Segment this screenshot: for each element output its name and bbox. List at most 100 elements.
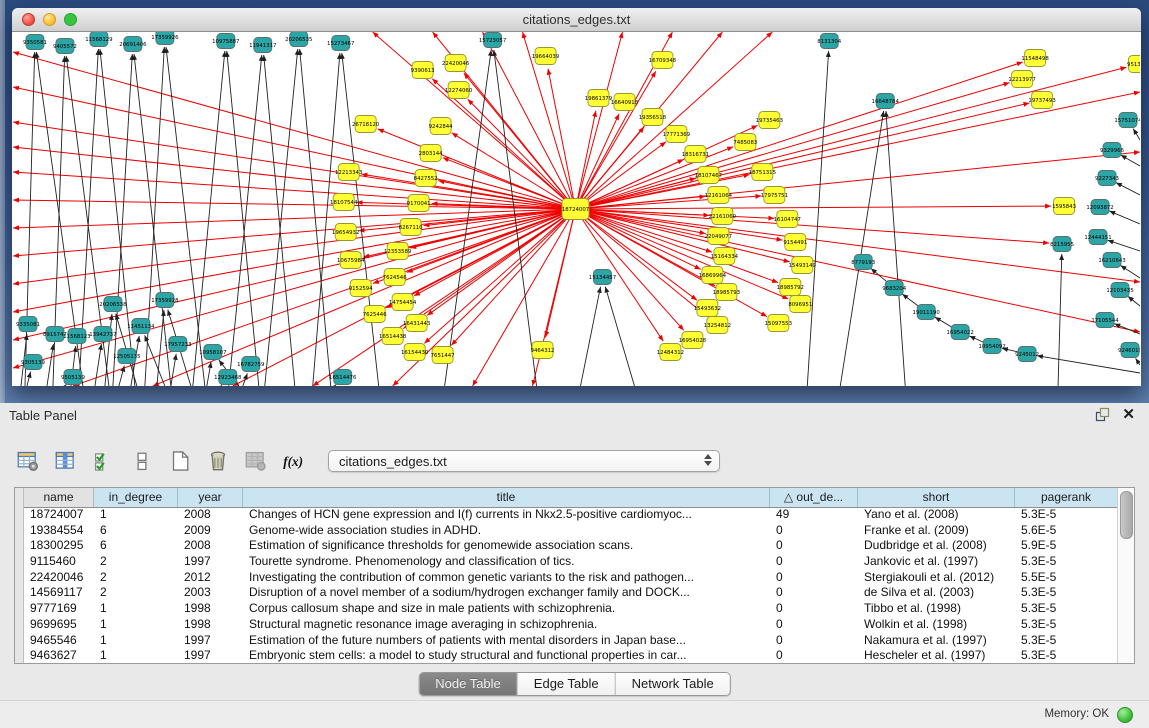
svg-text:19861379: 19861379	[585, 96, 613, 102]
cell-title: Structural magnetic resonance image aver…	[243, 617, 770, 633]
cell-out_degree: 0	[770, 648, 858, 663]
svg-text:16154430: 16154430	[401, 350, 429, 356]
column-header-year[interactable]: year	[178, 488, 243, 507]
table-panel-title: Table Panel	[9, 408, 77, 423]
svg-text:17105544: 17105544	[1091, 318, 1119, 324]
table-select-dropdown[interactable]: citations_edges.txt	[328, 450, 720, 472]
svg-text:17957233: 17957233	[164, 342, 191, 348]
svg-text:11451134: 11451134	[127, 324, 155, 330]
cell-name: 9777169	[24, 601, 94, 617]
svg-text:20691406: 20691406	[119, 42, 147, 48]
tab-network-table[interactable]: Network Table	[616, 673, 730, 695]
column-header-out_degree[interactable]: △ out_de...	[770, 488, 858, 507]
checkbox-stack-icon[interactable]	[130, 449, 154, 473]
svg-text:15493632: 15493632	[694, 306, 721, 312]
column-header-in_degree[interactable]: in_degree	[94, 488, 178, 507]
cell-title: Tourette syndrome. Phenomenology and cla…	[243, 554, 770, 570]
svg-text:9170041: 9170041	[407, 201, 431, 207]
column-header-short[interactable]: short	[858, 488, 1015, 507]
svg-text:22161060: 22161060	[709, 214, 737, 220]
cell-out_degree: 0	[770, 523, 858, 539]
table-row[interactable]: 946362711997Embryonic stem cells: a mode…	[24, 648, 1118, 663]
cell-in_degree: 1	[94, 507, 178, 523]
svg-text:12274060: 12274060	[445, 88, 473, 94]
svg-text:11548498: 11548498	[1021, 56, 1049, 62]
cell-short: de Silva et al. (2003)	[858, 585, 1015, 601]
svg-text:17359928: 17359928	[151, 298, 179, 304]
table-header-row: namein_degreeyeartitle△ out_de...shortpa…	[24, 488, 1118, 508]
table-row[interactable]: 969969511998Structural magnetic resonanc…	[24, 617, 1118, 633]
svg-text:14754454: 14754454	[389, 300, 417, 306]
tab-edge-table[interactable]: Edge Table	[518, 673, 616, 695]
table-panel: Table Panel ✕ f(x) citations_edges.txt n…	[0, 403, 1149, 700]
table-row[interactable]: 1938455462009Genome-wide association stu…	[24, 523, 1118, 539]
close-panel-icon[interactable]: ✕	[1122, 408, 1135, 422]
cell-year: 2008	[178, 538, 243, 554]
cell-in_degree: 2	[94, 585, 178, 601]
function-builder-icon[interactable]: f(x)	[282, 449, 306, 473]
svg-text:8215955: 8215955	[1050, 242, 1074, 248]
new-document-icon[interactable]	[168, 449, 192, 473]
cell-name: 14569117	[24, 585, 94, 601]
table-row[interactable]: 1872400712008Changes of HCN gene express…	[24, 507, 1118, 523]
cell-year: 1997	[178, 554, 243, 570]
cell-short: Franke et al. (2009)	[858, 523, 1015, 539]
citation-network-graph[interactable]: 1872400722420046939061312274060267181201…	[13, 32, 1140, 386]
table-panel-header: Table Panel ✕	[0, 403, 1149, 429]
cell-short: Wolkin et al. (1998)	[858, 617, 1015, 633]
window-titlebar[interactable]: citations_edges.txt	[12, 8, 1141, 32]
float-panel-icon[interactable]	[1095, 407, 1110, 422]
table-row[interactable]: 977716911998Corpus callosum shape and si…	[24, 601, 1118, 617]
trash-icon[interactable]	[206, 449, 230, 473]
svg-text:9513445: 9513445	[1127, 62, 1140, 68]
svg-text:15493149: 15493149	[789, 263, 817, 269]
network-window[interactable]: citations_edges.txt 18724007224200469390…	[12, 8, 1141, 386]
svg-text:11568129: 11568129	[85, 37, 113, 43]
svg-text:19356518: 19356518	[639, 115, 667, 121]
cell-year: 1998	[178, 601, 243, 617]
cell-pagerank: 5.3E-5	[1015, 507, 1118, 523]
svg-text:16782759: 16782759	[237, 362, 265, 368]
column-header-name[interactable]: name	[24, 488, 94, 507]
cell-short: Stergiakouli et al. (2012)	[858, 570, 1015, 586]
svg-text:7625446: 7625446	[363, 312, 388, 318]
table-row[interactable]: 1830029562008Estimation of significance …	[24, 538, 1118, 554]
table-column-icon[interactable]	[54, 449, 78, 473]
cell-pagerank: 5.3E-5	[1015, 601, 1118, 617]
table-row[interactable]: 2242004622012Investigating the contribut…	[24, 570, 1118, 586]
cell-title: Corpus callosum shape and size in male p…	[243, 601, 770, 617]
cell-pagerank: 5.3E-5	[1015, 617, 1118, 633]
cell-year: 1998	[178, 617, 243, 633]
cell-name: 19384554	[24, 523, 94, 539]
scrollbar-thumb[interactable]	[1120, 491, 1133, 539]
svg-text:7485083: 7485083	[733, 140, 757, 146]
table-row[interactable]: 1456911722003Disruption of a novel membe…	[24, 585, 1118, 601]
svg-text:10975887: 10975887	[212, 39, 239, 45]
svg-text:20206538: 20206538	[99, 302, 127, 308]
svg-text:8779193: 8779193	[851, 260, 875, 266]
tab-node-table[interactable]: Node Table	[419, 673, 518, 695]
cell-year: 1997	[178, 648, 243, 663]
row-check-icon[interactable]	[92, 449, 116, 473]
cell-out_degree: 49	[770, 507, 858, 523]
svg-text:12161064: 12161064	[705, 193, 733, 199]
svg-text:10958107: 10958107	[199, 350, 226, 356]
svg-text:12923468: 12923468	[214, 375, 242, 381]
svg-text:19737493: 19737493	[1028, 98, 1055, 104]
table-row[interactable]: 911546021997Tourette syndrome. Phenomeno…	[24, 554, 1118, 570]
table-scrollbar[interactable]	[1117, 488, 1134, 663]
column-header-title[interactable]: title	[243, 488, 770, 507]
svg-text:16210643: 16210643	[1098, 258, 1125, 264]
cell-year: 1997	[178, 633, 243, 649]
svg-text:7624546: 7624546	[383, 275, 408, 281]
cell-name: 9465546	[24, 633, 94, 649]
svg-text:16104747: 16104747	[774, 217, 801, 223]
cell-short: Yano et al. (2008)	[858, 507, 1015, 523]
svg-text:11941317: 11941317	[249, 43, 276, 49]
svg-text:11568123: 11568123	[63, 334, 90, 340]
svg-text:16954028: 16954028	[679, 338, 707, 344]
column-header-pagerank[interactable]: pagerank	[1015, 488, 1118, 507]
table-row[interactable]: 946554611997Estimation of the future num…	[24, 633, 1118, 649]
network-canvas[interactable]: 1872400722420046939061312274060267181201…	[13, 32, 1140, 386]
table-settings-icon[interactable]	[16, 449, 40, 473]
